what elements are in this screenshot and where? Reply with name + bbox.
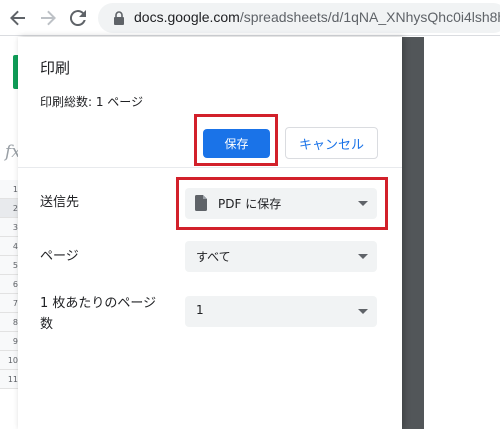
destination-value: PDF に保存 xyxy=(218,197,282,211)
url-path: /spreadsheets/d/1qNA_XNhysQhc0i4lsh8h xyxy=(239,9,500,25)
pages-per-sheet-select[interactable]: 1 xyxy=(185,296,377,327)
cancel-button[interactable]: キャンセル xyxy=(285,127,378,159)
lock-icon xyxy=(114,11,124,25)
pages-per-sheet-value: 1 xyxy=(196,303,204,317)
pages-value: すべて xyxy=(196,250,231,264)
forward-arrow-icon[interactable] xyxy=(38,8,58,28)
pages-per-sheet-label-line2: 数 xyxy=(40,317,54,332)
url-host: docs.google.com xyxy=(134,9,240,25)
pages-label: ページ xyxy=(40,249,79,264)
url-text: docs.google.com/spreadsheets/d/1qNA_XNhy… xyxy=(134,9,500,25)
pages-select[interactable]: すべて xyxy=(185,241,377,272)
reload-icon[interactable] xyxy=(68,8,88,28)
pages-per-sheet-label: 1 枚あたりのページ 数 xyxy=(40,295,156,334)
dialog-divider xyxy=(18,167,402,168)
destination-select[interactable]: PDF に保存 xyxy=(185,188,377,219)
dialog-title: 印刷 xyxy=(40,59,71,77)
chevron-down-icon xyxy=(358,309,368,314)
browser-toolbar: docs.google.com/spreadsheets/d/1qNA_XNhy… xyxy=(0,0,500,36)
document-icon xyxy=(195,195,207,211)
save-button[interactable]: 保存 xyxy=(203,129,270,158)
print-preview-page xyxy=(424,37,500,429)
pages-per-sheet-label-line1: 1 枚あたりのページ xyxy=(40,296,157,311)
chevron-down-icon xyxy=(358,201,368,206)
back-arrow-icon[interactable] xyxy=(8,8,28,28)
address-bar[interactable]: docs.google.com/spreadsheets/d/1qNA_XNhy… xyxy=(98,3,500,33)
destination-label: 送信先 xyxy=(40,195,80,210)
sheet-count: 印刷総数: 1 ページ xyxy=(40,95,144,109)
chevron-down-icon xyxy=(358,254,368,259)
print-dialog: 印刷 印刷総数: 1 ページ 保存 キャンセル 送信先 PDF に保存 ページ … xyxy=(18,37,402,429)
